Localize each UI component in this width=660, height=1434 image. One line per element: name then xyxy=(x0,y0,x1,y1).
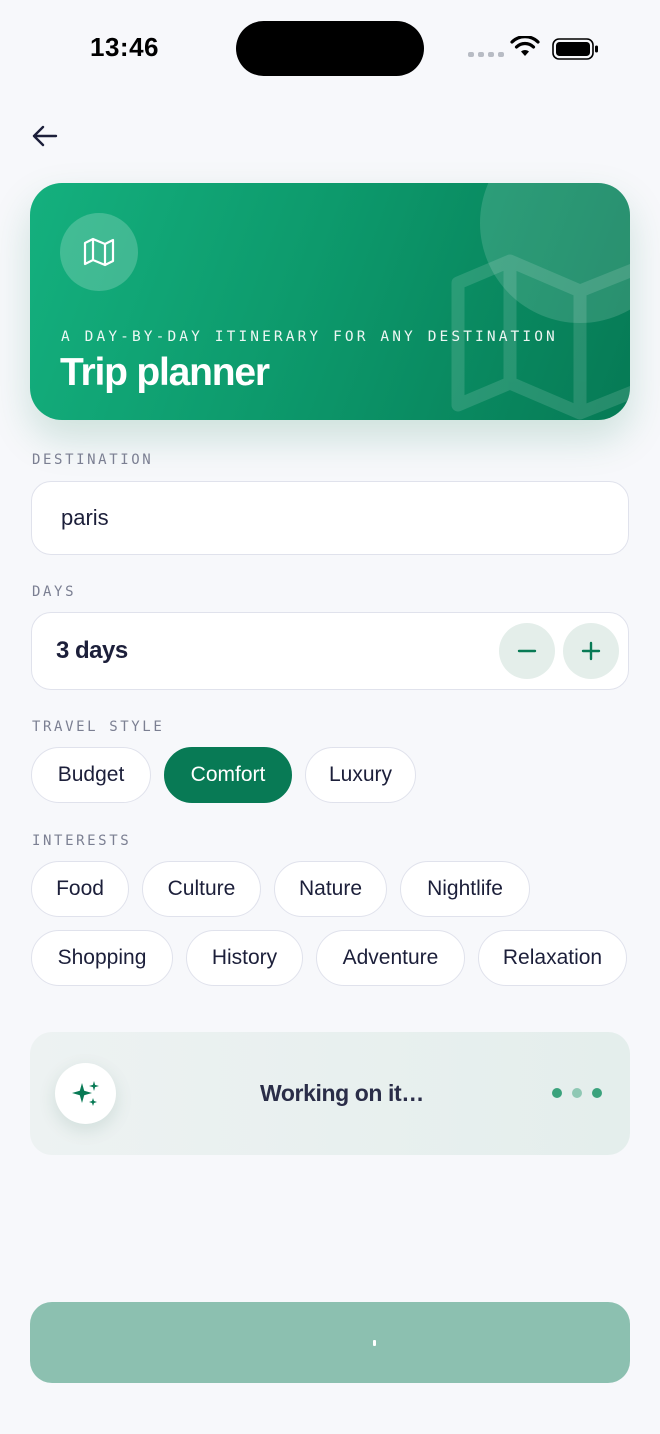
increment-days-button[interactable] xyxy=(563,623,619,679)
progress-text: Working on it… xyxy=(260,1080,424,1106)
interest-chip-culture[interactable]: Culture xyxy=(142,861,261,917)
interest-chip-food[interactable]: Food xyxy=(31,861,129,917)
minus-icon xyxy=(517,649,537,653)
hero-icon-badge xyxy=(60,213,138,291)
wifi-icon xyxy=(510,36,540,56)
progress-card: Working on it… xyxy=(30,1032,630,1155)
interest-chip-history[interactable]: History xyxy=(186,930,303,986)
destination-input[interactable] xyxy=(61,505,628,531)
style-chip-luxury[interactable]: Luxury xyxy=(305,747,416,803)
back-button[interactable] xyxy=(24,116,64,156)
days-stepper: 3 days xyxy=(31,612,629,690)
battery-icon xyxy=(552,38,598,60)
interest-chip-nightlife[interactable]: Nightlife xyxy=(400,861,530,917)
arrow-left-icon xyxy=(32,125,58,147)
days-label: DAYS xyxy=(32,584,77,600)
hero-card: A DAY-BY-DAY ITINERARY FOR ANY DESTINATI… xyxy=(30,183,630,420)
travel-style-label: TRAVEL STYLE xyxy=(32,719,165,735)
days-value: 3 days xyxy=(56,637,128,664)
status-bar: 13:46 xyxy=(0,0,660,96)
destination-label: DESTINATION xyxy=(32,452,154,468)
dynamic-island xyxy=(236,21,424,76)
sparkle-badge xyxy=(55,1063,116,1124)
interest-chip-shopping[interactable]: Shopping xyxy=(31,930,173,986)
interest-chip-relaxation[interactable]: Relaxation xyxy=(478,930,627,986)
status-time: 13:46 xyxy=(90,32,159,62)
style-chip-budget[interactable]: Budget xyxy=(31,747,151,803)
cellular-signal-icon xyxy=(468,52,504,57)
interest-chip-nature[interactable]: Nature xyxy=(274,861,387,917)
sparkles-icon xyxy=(71,1080,99,1106)
interest-chip-adventure[interactable]: Adventure xyxy=(316,930,465,986)
map-icon xyxy=(83,237,115,267)
loading-spinner-icon xyxy=(373,1340,376,1346)
loading-dots xyxy=(552,1088,602,1098)
plus-icon xyxy=(581,641,601,661)
page-title: Trip planner xyxy=(60,351,270,394)
generate-button[interactable] xyxy=(30,1302,630,1383)
destination-field-wrapper[interactable] xyxy=(31,481,629,555)
hero-subtitle: A DAY-BY-DAY ITINERARY FOR ANY DESTINATI… xyxy=(61,329,558,345)
interests-label: INTERESTS xyxy=(32,833,132,849)
decrement-days-button[interactable] xyxy=(499,623,555,679)
style-chip-comfort[interactable]: Comfort xyxy=(164,747,292,803)
